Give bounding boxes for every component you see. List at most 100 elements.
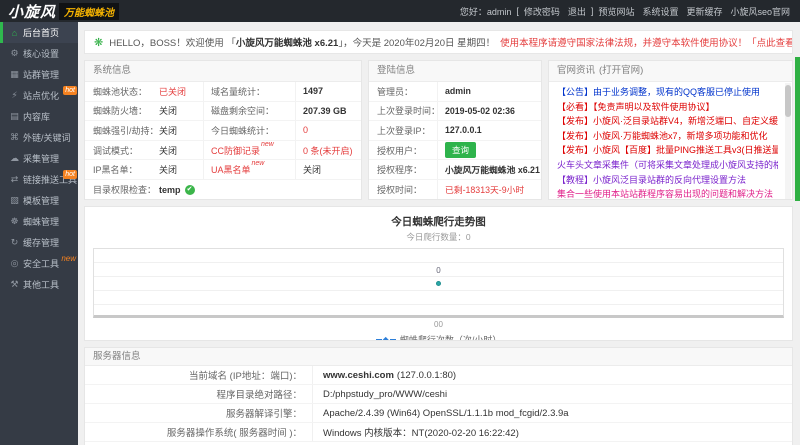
nav-link[interactable]: 预览网站 [598,5,634,18]
sidebar-item-label: 蜘蛛管理 [23,215,59,228]
site-optimize-icon: ⚡ [9,90,20,101]
sidebar-item-template[interactable]: ▧ 模板管理 [0,190,78,211]
sidebar-item-site-group[interactable]: ▦ 站群管理 [0,64,78,85]
info-label: 目录权限检查： [93,180,159,200]
sidebar-item-label: 站群管理 [23,68,59,81]
news-item-link[interactable]: 【发布】小旋风·万能蜘蛛池x7，新增多项功能和优化 [557,129,778,144]
hot-badge: hot [63,170,77,179]
collect-icon: ☁ [9,153,20,164]
info-value: admin [437,82,541,101]
welcome-text-after: 」，今天是 2020年02月20日 星期四！ [338,38,495,49]
sidebar-item-link-push[interactable]: ⇄ 链接推送工具 hot [0,169,78,190]
server-info-panel: 服务器信息 当前域名 (IP地址：端口)： www.ceshi.com (127… [84,347,793,445]
news-list: 【公告】由于业务调整，现有的QQ客服已停止使用【必看】【免责声明以及软件使用协议… [549,82,792,200]
sidebar-item-security[interactable]: ◎ 安全工具 new [0,253,78,274]
info-label: 当前域名 (IP地址：端口)： [85,366,313,384]
news-item-link[interactable]: 【公告】由于业务调整，现有的QQ客服已停止使用 [557,85,778,100]
info-value: 关闭 [159,121,203,140]
news-item-link[interactable]: 【教程】小旋风泛目录站群的反向代理设置方法 [557,173,778,188]
news-item-link[interactable]: 火车头文章采集件（可将采集文章处理成小旋风支持的格式） [557,158,778,173]
template-icon: ▧ [9,195,20,206]
agreement-link[interactable]: 「点此查看协议」 [747,35,793,49]
news-panel-header: 官网资讯 (打开官网) [549,61,792,82]
news-item-link[interactable]: 【发布】小旋风【百度】批量PING推送工具v3(日推送量百万) [557,143,778,158]
welcome-text-before: HELLO，BOSS！欢迎使用 「 [109,38,236,49]
system-info-row: 蜘蛛防火墙：关闭磁盘剩余空间：207.39 GB [85,102,361,122]
system-info-row: 目录权限检查：temp✔ [85,180,361,200]
sidebar-item-spider[interactable]: ☸ 蜘蛛管理 [0,211,78,232]
info-label: 管理员： [377,82,437,101]
other-tools-icon: ⚒ [9,279,20,290]
info-value: 关闭 [159,160,203,179]
bracket-close: ] [591,6,594,16]
nav-link[interactable]: 更新缓存 [686,5,722,18]
legend-line [376,339,382,341]
news-scrollbar[interactable] [785,83,791,199]
server-info-row: 当前域名 (IP地址：端口)： www.ceshi.com (127.0.0.1… [85,366,792,385]
login-info-table: 管理员： admin 上次登录时间： 2019-05-02 02:36 上次登录… [369,82,541,200]
info-value: D:/phpstudy_pro/WWW/ceshi [313,385,447,403]
home-icon: ⌂ [9,28,20,38]
info-label: 调试模式： [93,141,159,160]
login-info-row: 授权用户： 查询 [369,141,541,161]
server-info-row: 服务器解译引擎： Apache/2.4.39 (Win64) OpenSSL/1… [85,404,792,423]
info-label[interactable]: UA黑名单new [203,160,295,179]
open-site-link[interactable]: (打开官网) [599,61,643,81]
chart-legend[interactable]: ◆ 蜘蛛爬行次数（次/小时） [85,333,792,341]
sidebar-item-gear[interactable]: ⚙ 核心设置 [0,43,78,64]
news-item-link[interactable]: 【必看】【免责声明以及软件使用协议】 [557,100,778,115]
legend-diamond-icon: ◆ [383,336,389,342]
news-item-link[interactable]: 【发布】小旋风·泛目录站群V4，新增泛端口、自定义缓存机制 [557,114,778,129]
scrollbar-thumb[interactable] [785,85,791,117]
info-value: Apache/2.4.39 (Win64) OpenSSL/1.1.1b mod… [313,404,569,422]
info-label: 授权用户： [377,141,437,160]
system-info-table: 蜘蛛池状态：已关闭域名量统计：1497蜘蛛防火墙：关闭磁盘剩余空间：207.39… [85,82,361,200]
sidebar-item-label: 站点优化 [23,89,59,102]
info-value: 关闭 [295,160,361,179]
info-value: 1497 [295,82,361,101]
greeting-label: 您好： [460,7,487,17]
info-value: 0 [295,121,361,140]
legend-line [390,339,396,341]
domain-name: www.ceshi.com [323,370,394,381]
info-label: 上次登录IP： [377,121,437,140]
sidebar-item-home[interactable]: ⌂ 后台首页 [0,22,78,43]
sidebar-item-site-optimize[interactable]: ⚡ 站点优化 hot [0,85,78,106]
nav-link[interactable]: 小旋风seo官网 [730,5,790,18]
server-info-table: 当前域名 (IP地址：端口)： www.ceshi.com (127.0.0.1… [85,366,792,442]
info-value: 0 条(未开启) [295,141,361,160]
info-label: 今日蜘蛛统计： [203,121,295,140]
sidebar-item-label: 采集管理 [23,152,59,165]
info-value: 127.0.0.1 [437,121,541,140]
info-label: 域名量统计： [203,82,295,101]
sidebar-item-collect[interactable]: ☁ 采集管理 [0,148,78,169]
sidebar-item-content-library[interactable]: ▤ 内容库 [0,106,78,127]
sidebar-item-label: 模板管理 [23,194,59,207]
new-badge: new [252,160,265,167]
sidebar-item-cache[interactable]: ↻ 缓存管理 [0,232,78,253]
account-link[interactable]: 退出 [568,5,586,18]
sidebar-item-label: 外链/关键词 [23,131,71,144]
logo-badge: 万能蜘蛛池 [59,3,119,20]
info-value: www.ceshi.com (127.0.0.1:80) [313,366,456,384]
sidebar-item-label: 核心设置 [23,47,59,60]
edge-highlight-strip [795,57,800,201]
data-point [436,281,441,286]
info-label: 蜘蛛池状态： [93,82,159,101]
new-badge: new [261,141,274,148]
login-panel-title: 登陆信息 [369,61,541,82]
chart-title: 今日蜘蛛爬行走势图 [85,214,792,229]
server-info-row: 服务器操作系统( 服务器时间 )： Windows 内核版本：NT(2020-0… [85,423,792,442]
info-label: 服务器解译引擎： [85,404,313,422]
site-group-icon: ▦ [9,69,20,80]
news-item-link[interactable]: 集合一些使用本站站群程序容易出现的问题和解决方法 [557,187,778,200]
info-label[interactable]: CC防御记录new [203,141,295,160]
content-library-icon: ▤ [9,111,20,122]
nav-link[interactable]: 系统设置 [642,5,678,18]
account-link[interactable]: 修改密码 [524,5,560,18]
sidebar-item-keywords[interactable]: ⌘ 外链/关键词 [0,127,78,148]
sidebar-item-other-tools[interactable]: ⚒ 其他工具 [0,274,78,295]
auth-check-button[interactable]: 查询 [445,142,476,158]
spider-icon: ☸ [9,216,20,227]
main-content: ❋ HELLO，BOSS！欢迎使用 「小旋风万能蜘蛛池 x6.21」，今天是 2… [84,30,793,445]
